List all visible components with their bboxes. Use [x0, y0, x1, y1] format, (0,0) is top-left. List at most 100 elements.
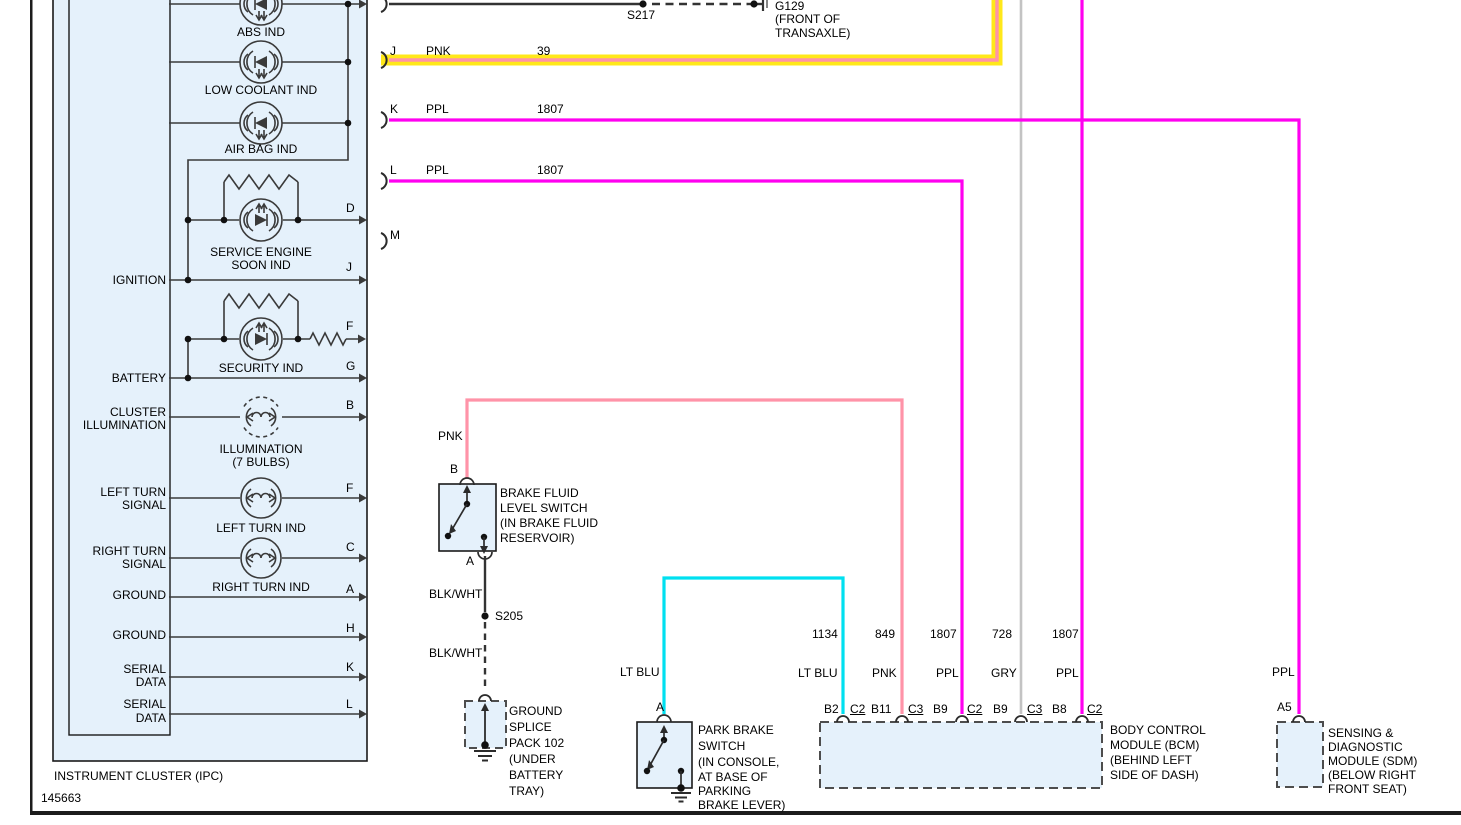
- sdm-name-5: FRONT SEAT): [1328, 782, 1407, 796]
- gsp-name-1: GROUND: [509, 704, 563, 718]
- bcm-circuit-1807b: 1807: [1052, 627, 1079, 641]
- ground-symbol: [474, 750, 496, 762]
- bcm-circuit-728: 728: [992, 627, 1013, 641]
- bcm-circuit-1807a: 1807: [930, 627, 957, 641]
- wire-m-letter: M: [390, 228, 400, 242]
- ipc-connector-arcs: [380, 0, 388, 250]
- bcm-pin-c3a: C3: [908, 702, 924, 716]
- splice-dot-s205: [481, 612, 489, 620]
- pbs-name-5: PARKING: [698, 784, 752, 798]
- ipc-box-label: INSTRUMENT CLUSTER (IPC): [54, 769, 224, 783]
- ipc-pin-ground-2: GROUND: [112, 628, 166, 642]
- sdm-name-1: SENSING &: [1328, 726, 1394, 740]
- left-turn-ind-label: LEFT TURN IND: [216, 521, 306, 535]
- bcm-name-1: BODY CONTROL: [1110, 723, 1206, 737]
- ipc-pin-serial-2b: DATA: [135, 711, 166, 725]
- wire-j-circuit: 39: [537, 44, 551, 58]
- bcm-pin-b8: B8: [1052, 702, 1067, 716]
- wire-l-letter: L: [390, 163, 397, 177]
- abs-ind-label: ABS IND: [236, 25, 285, 39]
- ground-symbol: [671, 792, 691, 803]
- bcm-pin-b9b: B9: [993, 702, 1008, 716]
- pbs-name-2: SWITCH: [698, 739, 746, 753]
- pbs-pin-a: A: [656, 700, 665, 714]
- low-coolant-ind-label: LOW COOLANT IND: [204, 83, 318, 97]
- bfs-pin-a: A: [466, 554, 475, 568]
- wires-colored: [381, 0, 1301, 714]
- pbs-name-1: PARK BRAKE: [698, 723, 774, 737]
- ipc-pin-serial-1b: DATA: [135, 675, 166, 689]
- right-turn-ind-label: RIGHT TURN IND: [212, 580, 310, 594]
- top-ground-wire: [389, 0, 768, 11]
- bcm-name-2: MODULE (BCM): [1110, 738, 1200, 752]
- bcm-pin-c2b: C2: [967, 702, 983, 716]
- wire-l-color: PPL: [426, 163, 449, 177]
- bfs-name-4: RESERVOIR): [500, 531, 575, 545]
- wire-k-circuit: 1807: [537, 102, 564, 116]
- ipc-inner-box: [68, 0, 171, 736]
- bcm-box: [819, 721, 1103, 789]
- service-engine-ind-label-2: SOON IND: [231, 258, 291, 272]
- sdm-name-3: MODULE (SDM): [1328, 754, 1418, 768]
- connector-arc: [656, 714, 672, 723]
- ipc-conn-letter-f2: F: [346, 481, 354, 495]
- ipc-conn-letter-h: H: [346, 621, 355, 635]
- bcm-pin-b2: B2: [824, 702, 839, 716]
- bfs-name-1: BRAKE FLUID: [500, 486, 579, 500]
- ipc-conn-letter-k: K: [346, 660, 355, 674]
- sdm-name-4: (BELOW RIGHT: [1328, 768, 1417, 782]
- bcm-color-gry: GRY: [991, 666, 1017, 680]
- ipc-conn-letter-c: C: [346, 540, 355, 554]
- splice-s205-label: S205: [495, 609, 524, 623]
- splice-s217-label: S217: [627, 8, 656, 22]
- bcm-circuit-1134: 1134: [812, 627, 838, 641]
- pbs-name-4: AT BASE OF: [698, 770, 768, 784]
- bcm-name-3: (BEHIND LEFT: [1110, 753, 1193, 767]
- wire-k-color: PPL: [426, 102, 449, 116]
- ipc-pin-battery: BATTERY: [111, 371, 166, 385]
- gsp-name-4: (UNDER: [509, 752, 556, 766]
- bfs-pin-b: B: [450, 462, 459, 476]
- ground-g129-loc2: TRANSAXLE): [775, 26, 851, 40]
- illumination-label-2: (7 BULBS): [232, 455, 290, 469]
- diagram-geometry: [30, 0, 1461, 815]
- bcm-pin-c2a: C2: [850, 702, 866, 716]
- gsp-name-5: BATTERY: [509, 768, 564, 782]
- bcm-color-ppl1: PPL: [936, 666, 959, 680]
- ipc-conn-letter-j: J: [346, 260, 352, 274]
- module-connector-arcs: [836, 715, 1306, 723]
- ground-g129-loc1: (FRONT OF: [775, 12, 841, 26]
- bcm-pin-c2c: C2: [1087, 702, 1103, 716]
- ipc-conn-letter-a: A: [346, 582, 355, 596]
- bcm-color-ltblu: LT BLU: [798, 666, 838, 680]
- bfs-wire-below2: BLK/WHT: [429, 646, 483, 660]
- sdm-wire-color: PPL: [1272, 665, 1295, 679]
- wire-k-letter: K: [390, 102, 399, 116]
- sdm-pin-a5: A5: [1277, 700, 1292, 714]
- ipc-pin-serial-2a: SERIAL: [123, 697, 166, 711]
- component-boxes: [52, 0, 1324, 789]
- ipc-conn-letter-g: G: [346, 359, 356, 373]
- bcm-name-4: SIDE OF DASH): [1110, 768, 1199, 782]
- ipc-conn-letter-f: F: [346, 319, 354, 333]
- bfs-name-2: LEVEL SWITCH: [500, 501, 588, 515]
- diagram-number: 145663: [41, 791, 82, 805]
- pbs-wire-color: LT BLU: [620, 665, 660, 679]
- ipc-conn-letter-d: D: [346, 201, 355, 215]
- gsp-name-3: PACK 102: [509, 736, 565, 750]
- ipc-conn-letter-l: L: [346, 697, 353, 711]
- bfs-wire-color: PNK: [438, 429, 463, 443]
- ipc-pin-ground-1: GROUND: [112, 588, 166, 602]
- sdm-name-2: DIAGNOSTIC: [1328, 740, 1403, 754]
- wire-l-circuit: 1807: [537, 163, 564, 177]
- wire-j-letter: J: [390, 44, 396, 58]
- bcm-circuit-849: 849: [875, 627, 896, 641]
- bcm-pin-c3b: C3: [1027, 702, 1043, 716]
- ipc-pin-left-turn-2: SIGNAL: [121, 498, 166, 512]
- bcm-pin-b9a: B9: [933, 702, 948, 716]
- bfs-name-3: (IN BRAKE FLUID: [500, 516, 599, 530]
- wire-pnk-39-highlight: [381, 0, 1003, 66]
- ipc-conn-letter-b: B: [346, 398, 355, 412]
- sdm-box: [1276, 721, 1324, 788]
- pbs-name-3: (IN CONSOLE,: [698, 755, 780, 769]
